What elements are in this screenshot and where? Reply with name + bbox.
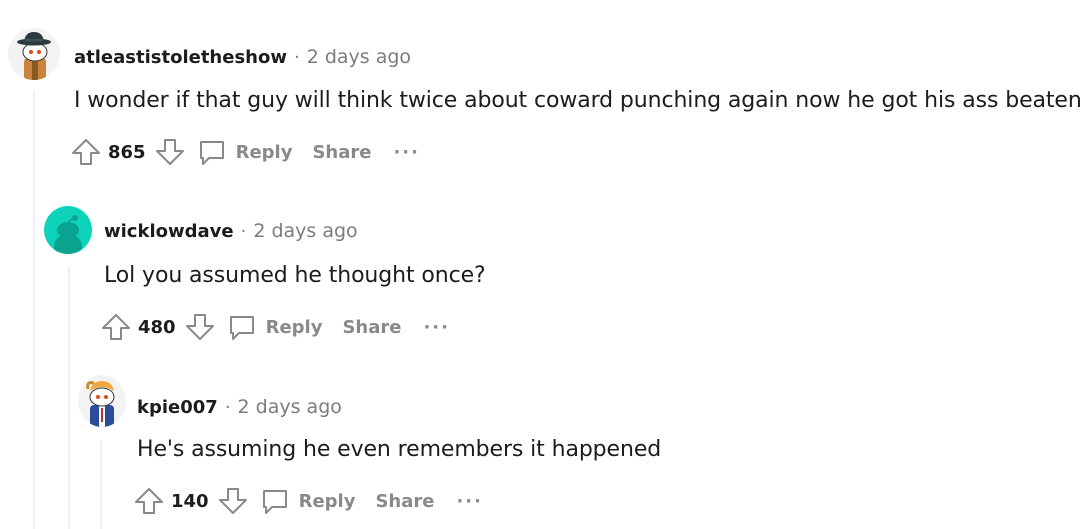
comment-actions: 865 Reply Share ··· <box>70 136 420 168</box>
snoo-blue-jacket-avatar-icon <box>86 381 115 427</box>
author-name[interactable]: atleastistoletheshow <box>74 47 287 68</box>
comment-bubble-icon <box>229 316 254 340</box>
upvote-icon[interactable] <box>133 485 165 517</box>
reply-button[interactable]: Reply <box>196 136 293 168</box>
meta-separator: · <box>224 396 231 418</box>
downvote-icon[interactable] <box>184 311 216 343</box>
comment-body: He's assuming he even remembers it happe… <box>137 437 662 462</box>
share-button[interactable]: Share <box>312 142 371 163</box>
reply-button[interactable]: Reply <box>226 311 323 343</box>
comment-meta: wicklowdave · 2 days ago <box>104 220 358 242</box>
upvote-icon[interactable] <box>100 311 132 343</box>
meta-separator: · <box>293 46 300 68</box>
share-button[interactable]: Share <box>375 491 434 512</box>
timestamp[interactable]: 2 days ago <box>307 46 411 68</box>
user-avatar[interactable] <box>8 28 60 80</box>
downvote-icon[interactable] <box>217 485 249 517</box>
more-options-button[interactable]: ··· <box>393 142 420 163</box>
comment-kpie007: kpie007 · 2 days ago He's assuming he ev… <box>0 355 1080 529</box>
share-button[interactable]: Share <box>342 317 401 338</box>
more-options-button[interactable]: ··· <box>423 317 450 338</box>
comment-wicklowdave: wicklowdave · 2 days ago Lol you assumed… <box>0 180 1080 355</box>
author-name[interactable]: wicklowdave <box>104 221 234 242</box>
comment-meta: atleastistoletheshow · 2 days ago <box>74 46 411 68</box>
comment-actions: 140 Reply Share ··· <box>133 485 483 517</box>
downvote-icon[interactable] <box>154 136 186 168</box>
reply-label: Reply <box>235 141 293 163</box>
more-options-button[interactable]: ··· <box>456 491 483 512</box>
vote-score: 480 <box>138 316 176 338</box>
comment-body: I wonder if that guy will think twice ab… <box>74 88 1080 113</box>
reply-label: Reply <box>298 490 356 512</box>
default-snoo-avatar-icon <box>54 215 82 254</box>
timestamp[interactable]: 2 days ago <box>238 396 342 418</box>
upvote-icon[interactable] <box>70 136 102 168</box>
comment-meta: kpie007 · 2 days ago <box>137 396 342 418</box>
author-name[interactable]: kpie007 <box>137 397 218 418</box>
comment-atleastistoletheshow: atleastistoletheshow · 2 days ago I wond… <box>0 0 1080 180</box>
meta-separator: · <box>240 220 247 242</box>
comment-actions: 480 Reply Share ··· <box>100 311 450 343</box>
comment-bubble-icon <box>199 141 224 165</box>
user-avatar[interactable] <box>44 206 92 254</box>
comment-body: Lol you assumed he thought once? <box>104 263 486 288</box>
reply-button[interactable]: Reply <box>259 485 356 517</box>
vote-score: 865 <box>108 141 146 163</box>
reply-label: Reply <box>265 316 323 338</box>
timestamp[interactable]: 2 days ago <box>253 220 357 242</box>
snoo-detective-avatar-icon <box>17 32 51 80</box>
comment-bubble-icon <box>262 490 287 514</box>
user-avatar[interactable] <box>78 375 126 427</box>
vote-score: 140 <box>171 490 209 512</box>
